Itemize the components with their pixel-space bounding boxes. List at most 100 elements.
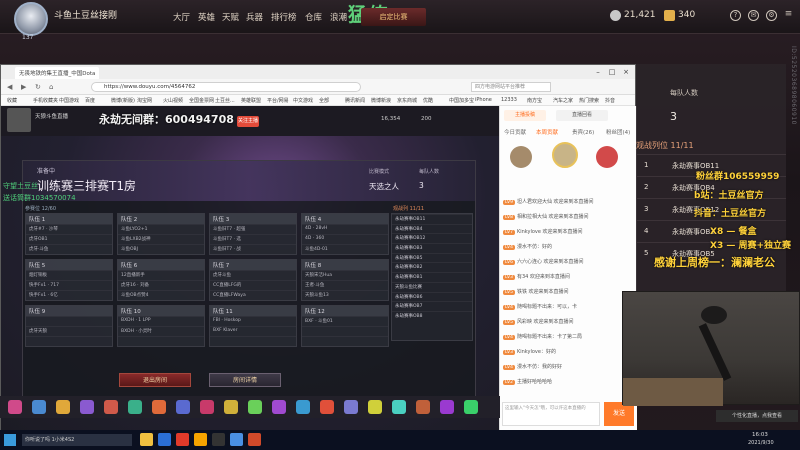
mail-icon[interactable]: ✉ (748, 10, 759, 21)
team-player[interactable]: 斗鱼OBJ (118, 244, 204, 254)
back-icon[interactable]: ◀ (7, 83, 12, 91)
gift-icon[interactable] (440, 400, 454, 414)
team-player[interactable]: 王者·斗鱼 (302, 280, 388, 290)
chat-message[interactable]: LV9 坦人君欢迎大仙 欢迎来到本直播间 (503, 198, 635, 205)
team-player[interactable]: 斗鱼旧T7 · 战 (210, 244, 296, 254)
bookmark-item[interactable]: 中文游戏 (293, 97, 313, 104)
forward-icon[interactable]: ▶ (21, 83, 26, 91)
chat-message[interactable]: LV7 Kinkylove 欢迎来到本直播间 (503, 228, 635, 235)
team-player[interactable]: 虎牙天狼 (26, 326, 112, 336)
gift-icon[interactable] (392, 400, 406, 414)
top-fan-avatar-2[interactable] (510, 146, 532, 168)
team-player[interactable]: 斗鱼4D-01 (302, 244, 388, 254)
taskbar-app-icon[interactable] (212, 433, 225, 446)
bookmark-item[interactable]: 收藏 (7, 97, 17, 104)
gift-icon[interactable] (296, 400, 310, 414)
chat-tab-vip[interactable]: 贵宾(26) (572, 128, 594, 136)
chat-message[interactable]: LV3 有34 欢迎来到本直播间 (503, 273, 635, 280)
gift-icon[interactable] (32, 400, 46, 414)
nav-tide[interactable]: 浪潮 (330, 11, 347, 23)
team-player[interactable]: BXF · 斗鱼01 (302, 316, 388, 326)
team-player[interactable]: 虎牙#7 · 沙琴 (26, 224, 112, 234)
bookmark-item[interactable]: 英雄联盟 (241, 97, 261, 104)
taskbar-app-icon[interactable] (230, 433, 243, 446)
start-match-button[interactable]: 启定比赛 (361, 8, 426, 26)
bookmark-item[interactable]: 手机收藏夹 (33, 97, 58, 104)
team-player[interactable]: 天狼斗鱼13 (302, 290, 388, 300)
team-player[interactable]: 斗鱼OB点赞4 (118, 290, 204, 300)
bookmark-item[interactable]: 优酷 (423, 97, 433, 104)
team-player[interactable]: BXF Klaver (210, 326, 296, 336)
spectator-item[interactable]: 永劫赛事OB3 (392, 243, 472, 253)
team-player[interactable]: 斗鱼LYO2+1 (118, 224, 204, 234)
help-icon[interactable]: ? (730, 10, 741, 21)
chat-message[interactable]: LV3 Kinkylove：好的 (503, 348, 635, 355)
chat-message[interactable]: LV5 铁铁 欢迎来到本直播间 (503, 288, 635, 295)
gift-icon[interactable] (248, 400, 262, 414)
spectator-item[interactable]: 永劫赛事OB11 (392, 214, 472, 224)
spectator-item[interactable]: 永劫赛事OB4 (392, 223, 472, 234)
refresh-icon[interactable]: ↻ (35, 83, 41, 91)
chat-message[interactable]: LV4 随喝标题不出来：卡了第二局 (503, 333, 635, 340)
team-player[interactable]: 快手Fx1 · 717 (26, 280, 112, 290)
bookmark-item[interactable]: 中国游戏 (59, 97, 79, 104)
gift-icon[interactable] (344, 400, 358, 414)
gift-icon[interactable] (128, 400, 142, 414)
team-player[interactable]: 斗鱼旧T7 · 超强 (210, 224, 296, 234)
start-icon[interactable] (4, 434, 16, 446)
spectator-item[interactable]: 永劫赛事OB2 (392, 262, 472, 272)
bookmark-item[interactable]: 抖音 (605, 97, 615, 104)
maximize-button[interactable]: □ (605, 66, 619, 78)
anchor-avatar[interactable] (7, 108, 31, 132)
bookmark-item[interactable]: 火山视频 (163, 97, 183, 104)
team-card[interactable]: 队伍 4 4D · 28vH 4D · 360 斗鱼4D-01 (301, 213, 389, 255)
team-card[interactable]: 队伍 10 BXDH · 1 LPP BXDH · 小灵时 (117, 305, 205, 347)
gift-icon[interactable] (200, 400, 214, 414)
team-card[interactable]: 队伍 9 虎牙天狼 (25, 305, 113, 347)
room-detail-button[interactable]: 房间详情 (209, 373, 281, 387)
team-card[interactable]: 队伍 6 12直播新手 虎牙16 · 刘备 斗鱼OB点赞4 (117, 259, 205, 301)
chat-message[interactable]: LV8 相和拉相大仙 欢迎来到本直播间 (503, 213, 635, 220)
spectator-item[interactable]: 永劫赛事OB12 (392, 233, 472, 243)
team-player[interactable]: 虎牙·斗鱼 (26, 244, 112, 254)
gift-icon[interactable] (320, 400, 334, 414)
spectator-item[interactable]: 天狼斗鱼比赛 (392, 281, 472, 292)
top-fan-avatar-1[interactable] (552, 142, 578, 168)
team-card[interactable]: 队伍 1 虎牙#7 · 沙琴 虎牙OB1 虎牙·斗鱼 (25, 213, 113, 255)
bookmark-item[interactable]: 平台/网易 (267, 97, 289, 104)
bookmark-item[interactable]: 微博新浪 (371, 97, 391, 104)
bookmark-item[interactable]: 汽车之家 (553, 97, 573, 104)
bookmark-item[interactable]: 热门搜索 (579, 97, 599, 104)
settings-icon[interactable]: ⚙ (766, 10, 777, 21)
nav-talents[interactable]: 天赋 (222, 11, 239, 23)
spectator-item[interactable]: 永劫赛事OB8 (392, 310, 472, 321)
team-player[interactable]: 斗鱼旧T7 · 选 (210, 234, 296, 244)
gift-icon[interactable] (368, 400, 382, 414)
exit-room-button[interactable]: 退出房间 (119, 373, 191, 387)
chat-tab-today[interactable]: 今日贡献 (504, 128, 526, 136)
team-player[interactable] (302, 326, 388, 336)
chat-message[interactable]: LV4 随喝标题不出来：可以，卡 (503, 303, 635, 310)
team-player[interactable]: CC直播LFWaya (210, 290, 296, 300)
close-button[interactable]: × (619, 66, 633, 78)
bookmark-item[interactable]: 百度 (85, 97, 95, 104)
nav-weapons[interactable]: 兵器 (246, 11, 263, 23)
bookmark-item[interactable]: 土豆丝... (215, 97, 235, 104)
team-card[interactable]: 队伍 11 FBI · Hoskop BXF Klaver (209, 305, 297, 347)
team-player[interactable]: 虎牙斗鱼 (210, 270, 296, 280)
team-player[interactable]: 12直播新手 (118, 270, 204, 280)
team-card[interactable]: 队伍 8 天狼宋洁Hua 王者·斗鱼 天狼斗鱼13 (301, 259, 389, 301)
gift-icon[interactable] (416, 400, 430, 414)
team-player[interactable]: 4D · 360 (302, 234, 388, 244)
subscribe-button[interactable]: 关注主播 (237, 116, 259, 127)
anchor-tab[interactable]: 主播投稿 (504, 110, 546, 121)
ranking-tab[interactable]: 直播回看 (556, 110, 608, 121)
chat-message[interactable]: LV4 漫水不仿：我的好好 (503, 363, 635, 370)
menu-icon[interactable]: ≡ (783, 10, 794, 21)
bookmark-item[interactable]: 淘宝网 (137, 97, 152, 104)
team-player[interactable] (302, 336, 388, 346)
team-player[interactable]: 斗鱼LXB2战神 (118, 234, 204, 244)
chat-message[interactable]: LV6 六六心连心 欢迎来到本直播间 (503, 258, 635, 265)
bookmark-item[interactable]: 全部 (319, 97, 329, 104)
team-player[interactable]: 虎牙OB1 (26, 234, 112, 244)
